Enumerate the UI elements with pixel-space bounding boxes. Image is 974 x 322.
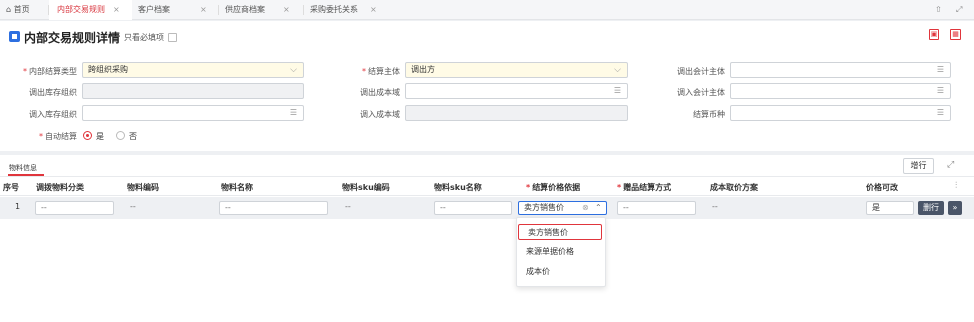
tab-label: 内部交易规则 [57,5,105,14]
column-code: 物料编码 [127,183,159,192]
column-gift-method: * 赠品结算方式 [617,183,672,192]
close-icon[interactable]: × [113,5,120,14]
price-editable-cell[interactable]: 是 [866,201,914,215]
price-basis-value: 卖方销售价 [524,203,564,212]
code-cell: -- [130,202,136,211]
chevron-down-icon: ⌵ [614,65,621,75]
dropdown-option-seller-price[interactable]: 卖方销售价 [518,224,602,240]
close-icon[interactable]: × [370,5,377,14]
tab-label: 供应商档案 [225,5,265,14]
currency-label: 结算币种 [693,110,725,119]
column-name: 物料名称 [221,183,253,192]
list-icon: ☰ [936,108,944,117]
list-icon: ☰ [936,86,944,95]
auto-settle-yes-label: 是 [96,132,104,141]
gift-method-cell[interactable]: -- [617,201,696,215]
settlement-type-label: * 内部结算类型 [23,67,77,76]
settlement-entity-value: 调出方 [411,65,435,74]
auto-settle-no-radio[interactable] [116,131,125,140]
tab-home[interactable]: ⌂ 首页 [6,0,30,20]
row-index: 1 [15,202,21,211]
name-cell[interactable]: -- [219,201,328,215]
tab-supplier-archive[interactable]: 供应商档案 × [225,0,290,20]
required-only-label: 只看必填项 [124,33,164,42]
column-cost-scheme: 成本取价方案 [710,183,758,192]
list-icon: ☰ [613,86,621,95]
in-cost-domain-input [405,105,628,121]
clear-icon[interactable]: ⊗ [582,202,589,214]
in-accounting-label: 调入会计主体 [677,88,725,97]
in-cost-domain-label: 调入成本域 [360,110,400,119]
tab-label: 客户档案 [138,5,170,14]
more-actions-icon[interactable]: » [948,201,962,215]
settlement-type-select[interactable]: 跨组织采购 ⌵ [82,62,304,78]
chevron-up-icon[interactable]: ⌃ [595,202,602,214]
save-icon[interactable]: ▣ [929,29,939,40]
tab-label: 采购委托关系 [310,5,358,14]
column-sku-code: 物料sku编码 [342,183,390,192]
calendar-icon[interactable]: ▦ [950,29,961,40]
auto-settle-yes-radio[interactable] [83,131,92,140]
tab-bar: ⌂ 首页 内部交易规则 × 客户档案 × 供应商档案 × 采购委托关系 × ⇧ ⤢ [0,0,974,20]
tab-label: 首页 [13,5,30,14]
home-icon: ⌂ [6,5,12,14]
price-basis-dropdown: 卖方销售价 来源单据价格 成本价 [516,217,606,287]
tab-divider [218,5,219,15]
delete-row-button[interactable]: 删行 [918,201,944,215]
list-icon: ☰ [936,65,944,74]
column-sku-name: 物料sku名称 [434,183,482,192]
price-basis-select[interactable]: 卖方销售价 ⊗ ⌃ [518,201,607,215]
in-stock-org-input[interactable]: ☰ [82,105,304,121]
column-price-basis: * 结算价格依据 [526,183,581,192]
auto-settle-no-label: 否 [129,132,137,141]
chevron-down-icon: ⌵ [290,65,297,75]
currency-input[interactable]: ☰ [730,105,951,121]
column-category: 调拨物料分类 [36,183,84,192]
cost-scheme-cell: -- [712,202,718,211]
document-icon [9,31,20,42]
category-cell[interactable]: -- [35,201,114,215]
upload-icon[interactable]: ⇧ [935,0,942,20]
tab-purchase-delegation[interactable]: 采购委托关系 × [310,0,377,20]
column-index: 序号 [3,183,19,192]
out-stock-org-label: 调出库存组织 [29,88,77,97]
out-cost-domain-input[interactable]: ☰ [405,83,628,99]
in-stock-org-label: 调入库存组织 [29,110,77,119]
required-only-checkbox[interactable] [168,33,177,42]
out-cost-domain-label: 调出成本域 [360,88,400,97]
column-price-editable: 价格可改 [866,183,898,192]
page-title: 内部交易规则详情 [24,31,121,45]
sku-code-cell: -- [345,202,351,211]
tab-customer-archive[interactable]: 客户档案 × [138,0,207,20]
settlement-type-value: 跨组织采购 [88,65,128,74]
settlement-entity-label: * 结算主体 [362,67,400,76]
close-icon[interactable]: × [283,5,290,14]
out-accounting-label: 调出会计主体 [677,67,725,76]
tab-material-info[interactable]: 物料信息 [9,163,37,173]
add-row-button[interactable]: 增行 [903,158,934,174]
close-icon[interactable]: × [200,5,207,14]
sku-name-cell[interactable]: -- [434,201,512,215]
fullscreen-icon[interactable]: ⤢ [947,160,954,170]
dropdown-option-cost-price[interactable]: 成本价 [517,264,605,280]
column-settings-icon[interactable]: ⫶ [955,181,957,191]
dropdown-option-source-doc-price[interactable]: 来源单据价格 [517,244,605,260]
out-stock-org-input [82,83,304,99]
list-icon: ☰ [289,108,297,117]
fullscreen-icon[interactable]: ⤢ [956,0,962,20]
tab-divider [303,5,304,15]
in-accounting-input[interactable]: ☰ [730,83,951,99]
settlement-entity-select[interactable]: 调出方 ⌵ [405,62,628,78]
out-accounting-input[interactable]: ☰ [730,62,951,78]
tab-internal-trade-rule[interactable]: 内部交易规则 × [49,0,132,20]
auto-settle-label: * 自动结算 [39,132,77,141]
